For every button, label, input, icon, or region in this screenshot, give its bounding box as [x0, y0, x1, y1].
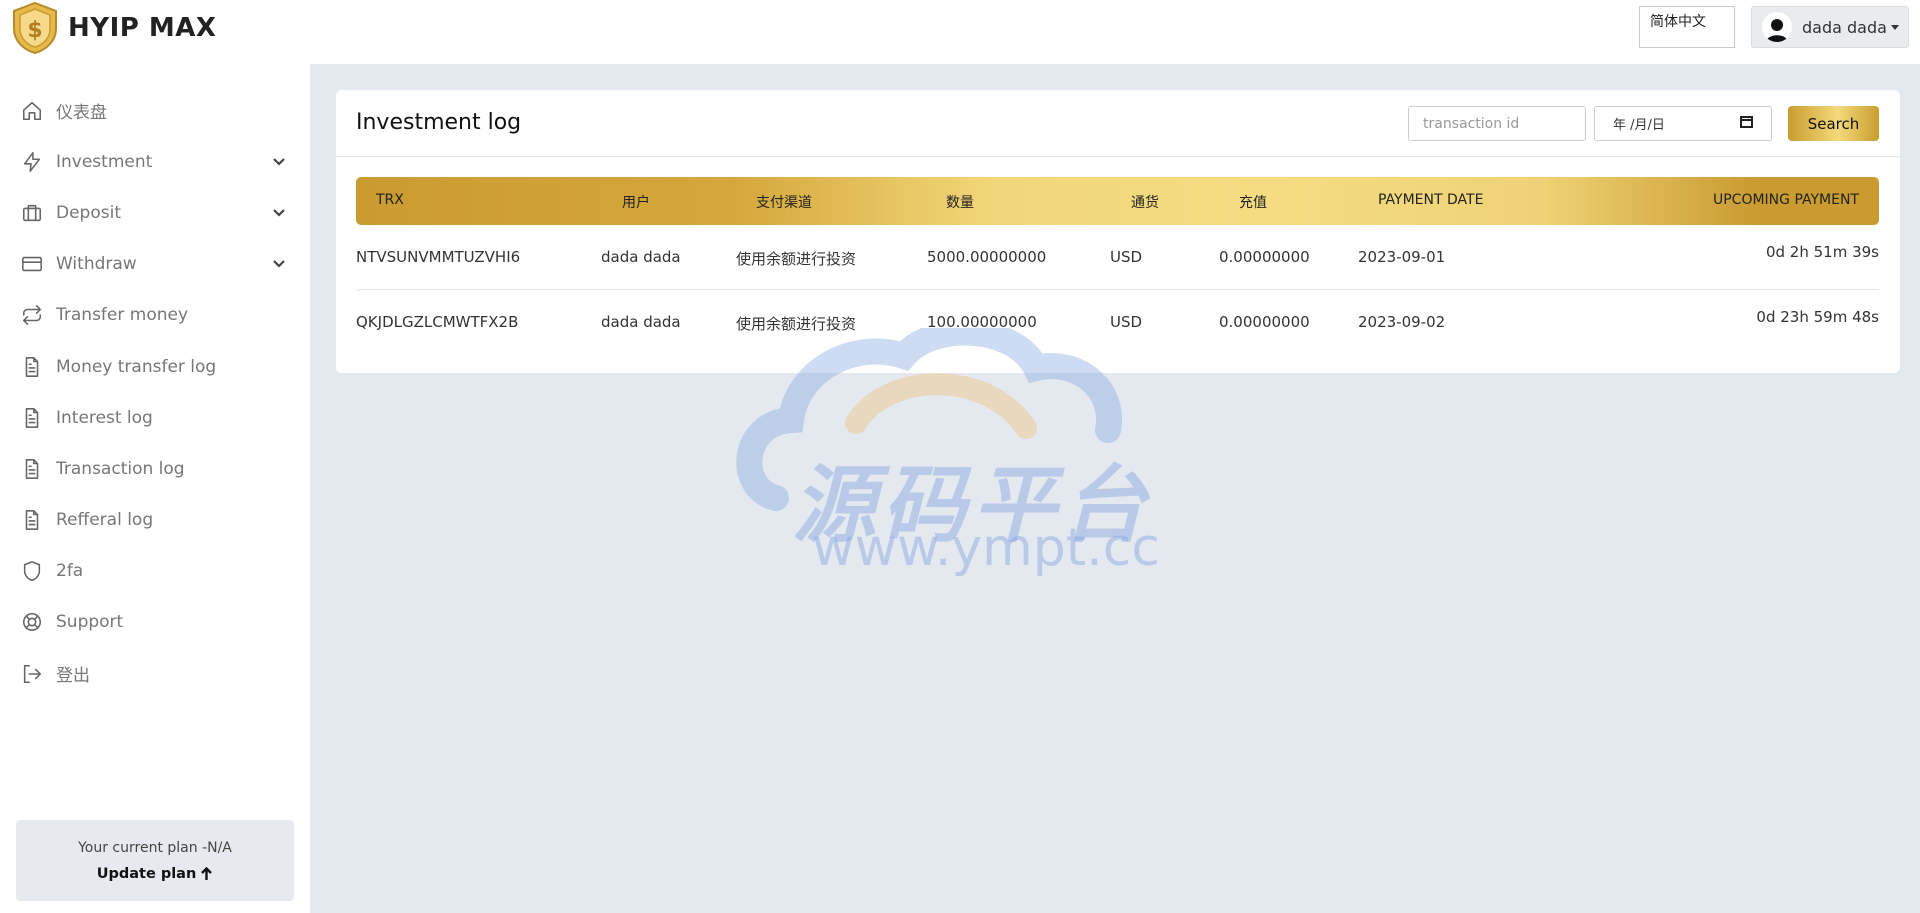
- credit-card-icon: [20, 252, 44, 276]
- update-plan-label: Update plan: [96, 865, 197, 882]
- sidebar-item-withdraw[interactable]: Withdraw: [0, 239, 310, 290]
- calendar-icon[interactable]: [1740, 115, 1753, 132]
- arrow-up-icon: [201, 866, 213, 880]
- sidebar-item-label: Investment: [56, 151, 153, 172]
- brand-name: HYIP MAX: [68, 13, 217, 43]
- search-button[interactable]: Search: [1788, 106, 1879, 141]
- sidebar-item-interest-log[interactable]: Interest log: [0, 392, 310, 443]
- document-icon: [20, 508, 44, 532]
- cell-recharge: 0.00000000: [1219, 313, 1310, 331]
- sidebar-item-label: Interest log: [56, 407, 153, 428]
- logout-icon: [20, 662, 44, 686]
- sidebar-nav: 仪表盘 Investment Deposit Withdraw Transfer…: [0, 85, 310, 699]
- shield-dollar-icon: $: [13, 1, 57, 55]
- briefcase-icon: [20, 201, 44, 225]
- language-value: 简体中文: [1650, 14, 1706, 30]
- cell-trx: NTVSUNVMMTUZVHI6: [356, 248, 521, 266]
- document-icon: [20, 406, 44, 430]
- document-icon: [20, 355, 44, 379]
- svg-text:$: $: [27, 18, 42, 43]
- lifebuoy-icon: [20, 610, 44, 634]
- current-plan-text: Your current plan -N/A: [78, 839, 232, 856]
- cell-amount: 100.00000000: [927, 313, 1037, 331]
- investment-log-card: Investment log 年 /月/日 Search TRX 用户 支付渠道…: [336, 90, 1900, 373]
- user-name: dada dada: [1802, 17, 1887, 37]
- sidebar-item-label: 2fa: [56, 561, 84, 582]
- watermark-url: www.ympt.cc: [812, 518, 1160, 578]
- column-header-payment-channel: 支付渠道: [756, 195, 812, 211]
- chevron-down-icon: [272, 255, 290, 273]
- cell-payment-channel: 使用余额进行投资: [736, 315, 857, 333]
- transfer-arrows-icon: [20, 303, 44, 327]
- sidebar-item-label: Money transfer log: [56, 356, 217, 377]
- sidebar-item-label: Transfer money: [56, 305, 189, 326]
- user-silhouette-icon: [1766, 19, 1788, 42]
- caret-down-icon: [1890, 24, 1899, 30]
- sidebar-item-investment[interactable]: Investment: [0, 136, 310, 187]
- column-header-recharge: 充值: [1239, 195, 1267, 211]
- cell-upcoming-payment: 0d 23h 59m 48s: [1756, 308, 1879, 326]
- sidebar-item-label: Refferal log: [56, 510, 154, 531]
- update-plan-link[interactable]: Update plan: [97, 866, 214, 882]
- chevron-down-icon: [272, 153, 290, 171]
- shield-icon: [20, 559, 44, 583]
- chevron-down-icon: [272, 204, 290, 222]
- card-header: Investment log 年 /月/日 Search: [336, 90, 1900, 157]
- cell-trx: QKJDLGZLCMWTFX2B: [356, 313, 519, 331]
- date-placeholder: 年 /月/日: [1613, 118, 1665, 133]
- watermark-text: 源码平台: [792, 456, 1153, 554]
- sidebar-item-label: Withdraw: [56, 254, 137, 275]
- sidebar-item-transfer-money[interactable]: Transfer money: [0, 290, 310, 341]
- table-header: TRX 用户 支付渠道 数量 通货 充值 PAYMENT DATE UPCOMI…: [356, 177, 1879, 225]
- cell-payment-date: 2023-09-01: [1358, 248, 1446, 266]
- transaction-id-input[interactable]: [1408, 106, 1586, 141]
- cell-upcoming-payment: 0d 2h 51m 39s: [1765, 243, 1879, 261]
- column-header-trx: TRX: [376, 192, 404, 208]
- column-header-payment-date: PAYMENT DATE: [1378, 192, 1484, 208]
- column-header-amount: 数量: [946, 195, 974, 211]
- sidebar-item-money-transfer-log[interactable]: Money transfer log: [0, 341, 310, 392]
- current-plan-box: Your current plan -N/A Update plan: [16, 820, 294, 901]
- column-header-currency: 通货: [1131, 195, 1159, 211]
- sidebar-item-refferal-log[interactable]: Refferal log: [0, 495, 310, 546]
- cell-user: dada dada: [601, 313, 681, 331]
- cell-payment-channel: 使用余额进行投资: [736, 250, 857, 268]
- sidebar-item-support[interactable]: Support: [0, 597, 310, 648]
- cell-payment-date: 2023-09-02: [1358, 313, 1446, 331]
- user-menu-button[interactable]: dada dada: [1751, 6, 1909, 48]
- home-icon: [20, 99, 44, 123]
- sidebar-item-label: 仪表盘: [56, 103, 107, 124]
- sidebar-item-label: Deposit: [56, 202, 121, 223]
- cell-currency: USD: [1110, 248, 1143, 266]
- column-header-user: 用户: [622, 195, 650, 211]
- cell-amount: 5000.00000000: [927, 248, 1047, 266]
- sidebar-item-label: Transaction log: [56, 458, 185, 479]
- cell-currency: USD: [1110, 313, 1143, 331]
- brand-logo[interactable]: $ HYIP MAX: [10, 0, 216, 56]
- sidebar-item-2fa[interactable]: 2fa: [0, 546, 310, 597]
- sidebar-item-dashboard[interactable]: 仪表盘: [0, 85, 310, 136]
- sidebar-item-logout[interactable]: 登出: [0, 648, 310, 699]
- topbar: 简体中文 dada dada: [310, 0, 1920, 64]
- language-select[interactable]: 简体中文: [1639, 6, 1735, 48]
- cell-user: dada dada: [601, 248, 681, 266]
- sidebar-item-deposit[interactable]: Deposit: [0, 187, 310, 238]
- sidebar-item-transaction-log[interactable]: Transaction log: [0, 443, 310, 494]
- cell-recharge: 0.00000000: [1219, 248, 1310, 266]
- sidebar: $ HYIP MAX 仪表盘 Investment Deposit Withdr…: [0, 0, 310, 913]
- page-title: Investment log: [356, 110, 522, 135]
- date-input[interactable]: 年 /月/日: [1594, 106, 1772, 141]
- sidebar-item-label: Support: [56, 612, 124, 633]
- column-header-upcoming-payment: UPCOMING PAYMENT: [1712, 192, 1859, 208]
- sidebar-item-label: 登出: [56, 666, 90, 687]
- table-row: NTVSUNVMMTUZVHI6 dada dada 使用余额进行投资 5000…: [356, 225, 1879, 289]
- avatar: [1762, 12, 1792, 42]
- table-row: QKJDLGZLCMWTFX2B dada dada 使用余额进行投资 100.…: [356, 289, 1879, 353]
- lightning-icon: [20, 150, 44, 174]
- document-icon: [20, 457, 44, 481]
